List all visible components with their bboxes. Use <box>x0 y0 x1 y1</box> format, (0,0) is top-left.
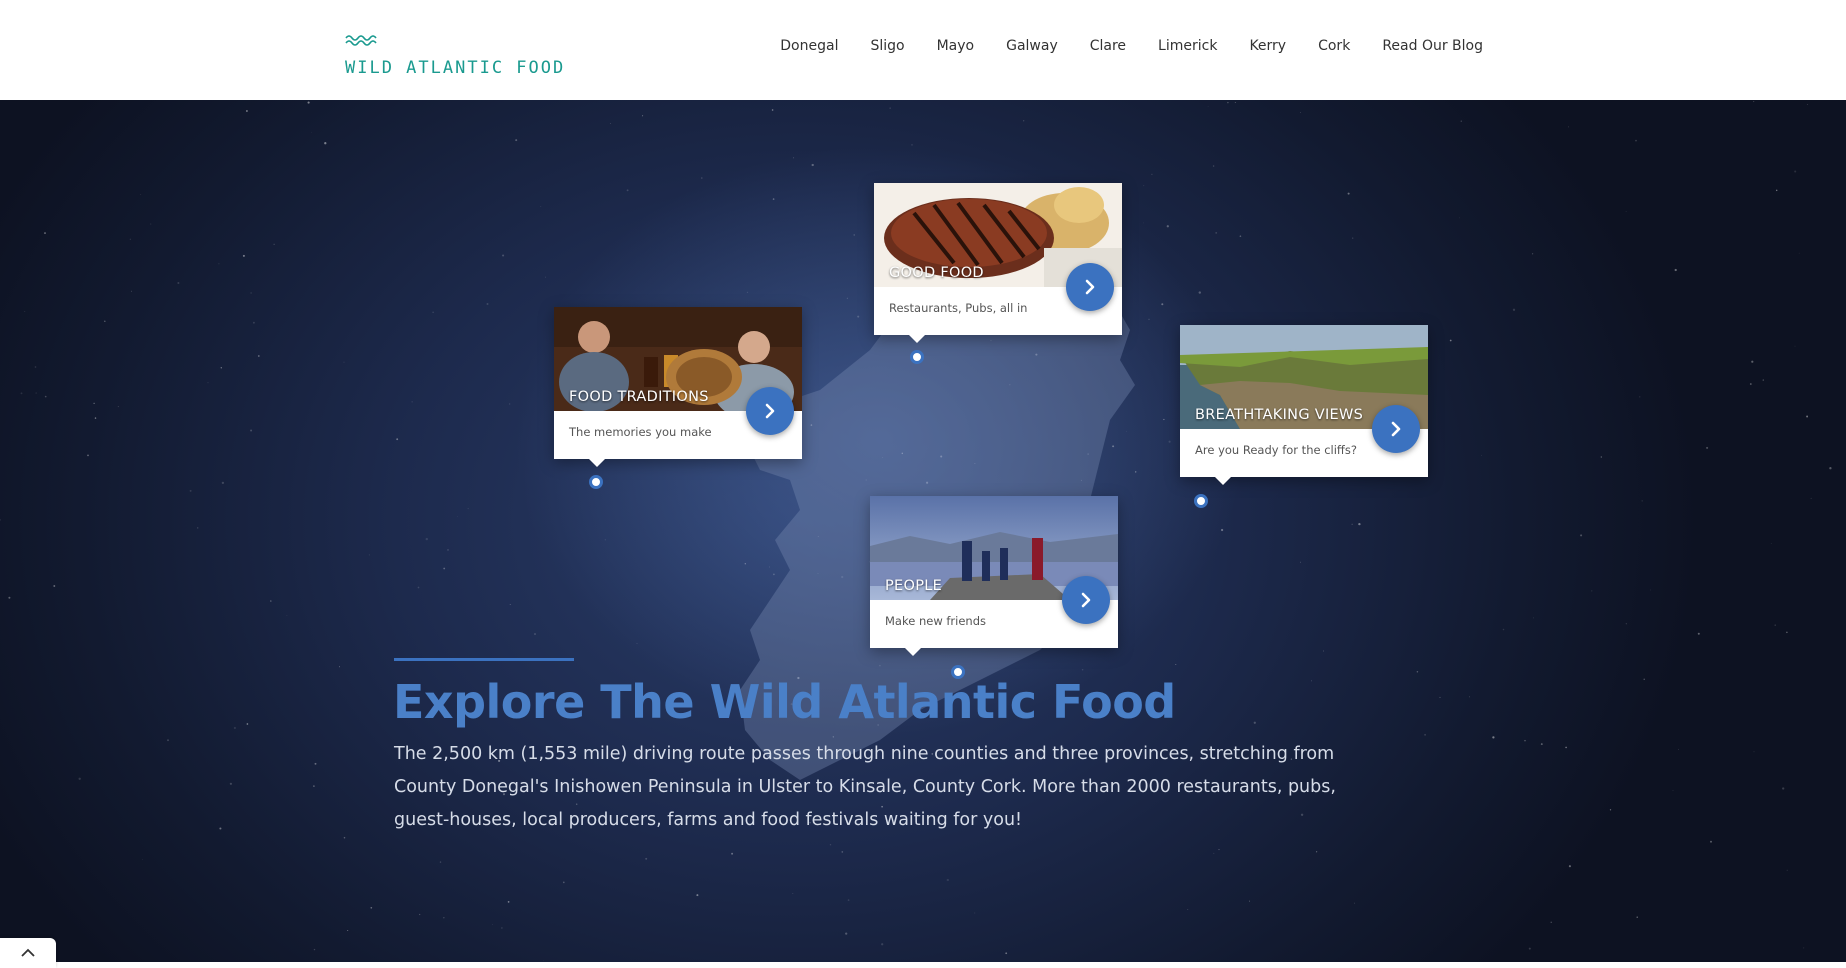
card-open-button[interactable] <box>1062 576 1110 624</box>
card-title: PEOPLE <box>885 578 943 594</box>
card-good-food[interactable]: GOOD FOOD Restaurants, Pubs, all in <box>874 183 1122 343</box>
title-accent-line <box>394 658 574 661</box>
nav-donegal[interactable]: Donegal <box>780 38 838 54</box>
nav-sligo[interactable]: Sligo <box>870 38 904 54</box>
map-marker[interactable] <box>910 350 924 364</box>
card-title: FOOD TRADITIONS <box>569 389 709 405</box>
site-logo[interactable]: WILD ATLANTIC FOOD <box>345 34 565 78</box>
card-pointer <box>909 335 925 343</box>
nav-kerry[interactable]: Kerry <box>1249 38 1286 54</box>
map-marker[interactable] <box>1194 494 1208 508</box>
card-people[interactable]: PEOPLE Make new friends <box>870 496 1118 656</box>
site-header: WILD ATLANTIC FOOD Donegal Sligo Mayo Ga… <box>0 0 1846 100</box>
logo-text: WILD ATLANTIC FOOD <box>345 58 566 78</box>
main-nav: Donegal Sligo Mayo Galway Clare Limerick… <box>780 38 1483 54</box>
waves-icon <box>345 35 377 46</box>
hero-title: Explore The Wild Atlantic Food <box>393 675 1176 729</box>
map-marker[interactable] <box>589 475 603 489</box>
nav-blog[interactable]: Read Our Blog <box>1382 38 1483 54</box>
hero-section: GOOD FOOD Restaurants, Pubs, all in FOOD… <box>0 100 1846 962</box>
chevron-up-icon <box>21 948 35 957</box>
scroll-to-top-button[interactable] <box>0 938 56 968</box>
card-open-button[interactable] <box>1372 405 1420 453</box>
chevron-right-icon <box>1391 421 1401 437</box>
card-open-button[interactable] <box>746 387 794 435</box>
card-food-traditions[interactable]: FOOD TRADITIONS The memories you make <box>554 307 802 467</box>
hero-description: The 2,500 km (1,553 mile) driving route … <box>394 744 1336 830</box>
nav-clare[interactable]: Clare <box>1090 38 1126 54</box>
nav-limerick[interactable]: Limerick <box>1158 38 1217 54</box>
nav-galway[interactable]: Galway <box>1006 38 1058 54</box>
card-pointer <box>905 648 921 656</box>
card-title: BREATHTAKING VIEWS <box>1195 407 1364 423</box>
card-open-button[interactable] <box>1066 263 1114 311</box>
card-title: GOOD FOOD <box>889 265 984 281</box>
chevron-right-icon <box>1085 279 1095 295</box>
chevron-right-icon <box>1081 592 1091 608</box>
page-bottom-strip <box>0 962 1846 968</box>
nav-mayo[interactable]: Mayo <box>937 38 975 54</box>
nav-cork[interactable]: Cork <box>1318 38 1350 54</box>
card-pointer <box>1215 477 1231 485</box>
card-pointer <box>589 459 605 467</box>
chevron-right-icon <box>765 403 775 419</box>
card-breathtaking-views[interactable]: BREATHTAKING VIEWS Are you Ready for the… <box>1180 325 1428 485</box>
